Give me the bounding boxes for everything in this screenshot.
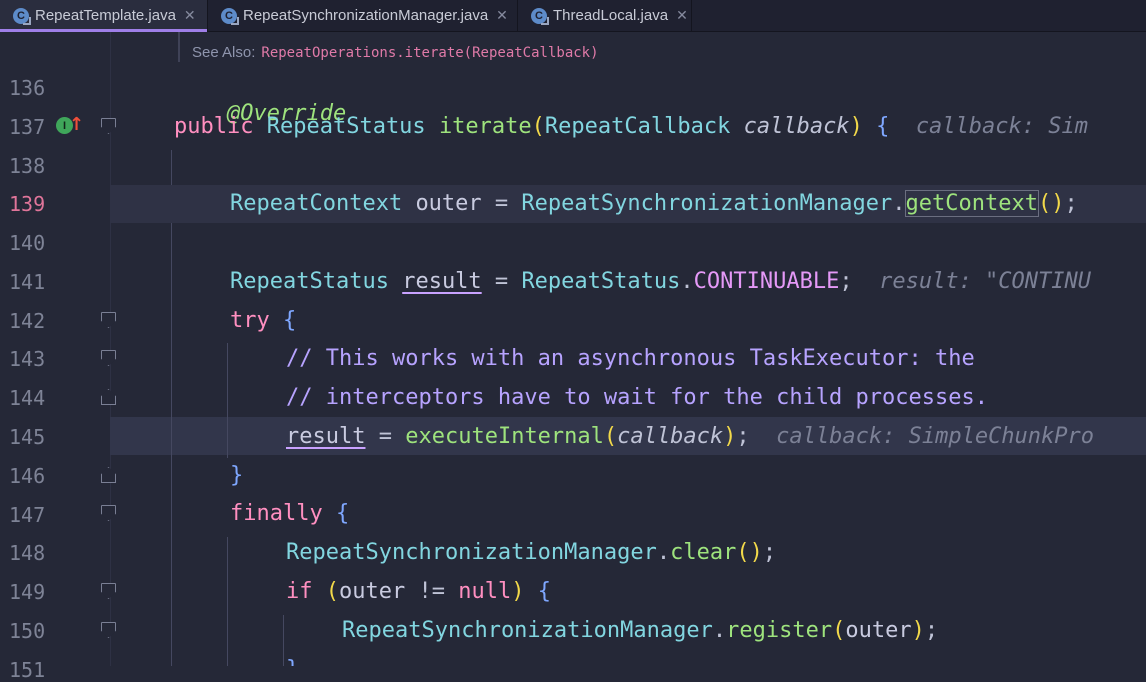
type: RepeatContext — [230, 191, 403, 216]
inline-debug-hint: callback: SimpleChunkPro — [776, 424, 1095, 449]
tab-label: ThreadLocal.java — [553, 7, 669, 24]
editor-tab-bar: C RepeatTemplate.java ✕ C RepeatSynchron… — [0, 0, 1146, 32]
tab-label: RepeatTemplate.java — [35, 7, 176, 24]
method-call-selected[interactable]: getContext — [904, 190, 1040, 217]
method-call: register — [726, 618, 833, 643]
keyword: finally — [230, 501, 323, 526]
code-line-145: result = executeInternal(callback); call… — [286, 424, 1095, 449]
tab-thread-local[interactable]: C ThreadLocal.java ✕ — [518, 0, 692, 31]
inline-debug-hint: result: "CONTINU — [879, 269, 1092, 294]
indent-guide — [227, 343, 228, 458]
close-icon[interactable]: ✕ — [184, 7, 196, 24]
line-number: 143 — [9, 347, 46, 371]
see-also-link[interactable]: RepeatOperations.iterate(RepeatCallback) — [261, 45, 598, 61]
method-call: clear — [670, 540, 737, 565]
line-number: 138 — [9, 154, 46, 178]
code-line-141: RepeatStatus result = RepeatStatus.CONTI… — [230, 269, 1092, 294]
keyword: try — [230, 308, 270, 333]
code-line-148: RepeatSynchronizationManager.clear(); — [286, 540, 777, 565]
code-line-139: RepeatContext outer = RepeatSynchronizat… — [230, 190, 1078, 217]
close-icon[interactable]: ✕ — [496, 7, 508, 24]
class-name: RepeatStatus — [521, 269, 681, 294]
tab-repeat-template[interactable]: C RepeatTemplate.java ✕ — [0, 0, 208, 32]
method-name: iterate — [438, 114, 532, 139]
line-number: 145 — [9, 425, 46, 449]
code-line-150: RepeatSynchronizationManager.register(ou… — [342, 618, 939, 643]
comment: // interceptors have to wait for the chi… — [286, 385, 988, 410]
close-icon[interactable]: ✕ — [676, 7, 688, 24]
variable: outer — [339, 579, 406, 604]
variable: result — [286, 424, 366, 449]
indent-guide — [283, 615, 284, 666]
operator: != — [418, 579, 445, 604]
tab-label: RepeatSynchronizationManager.java — [243, 7, 489, 24]
java-class-icon: C — [13, 7, 29, 24]
code-editor[interactable]: See Also: RepeatOperations.iterate(Repeat… — [110, 32, 1146, 666]
code-line-137: public RepeatStatus iterate(RepeatCallba… — [174, 114, 1088, 139]
code-line-149: if (outer != null) { — [286, 579, 551, 604]
keyword: if — [286, 579, 313, 604]
line-number: 149 — [9, 580, 46, 604]
java-class-icon: C — [221, 7, 237, 24]
code-line-151: } — [286, 657, 299, 666]
class-name: RepeatSynchronizationManager — [286, 540, 657, 565]
code-line-147: finally { — [230, 501, 350, 526]
line-number: 148 — [9, 541, 46, 565]
line-number: 147 — [9, 503, 46, 527]
line-number: 150 — [9, 619, 46, 643]
code-line-143: // This works with an asynchronous TaskE… — [286, 346, 975, 376]
keyword: public — [174, 114, 254, 139]
go-to-super-arrow-icon[interactable]: ↑ — [69, 116, 84, 134]
rendered-doc-see-also: See Also: RepeatOperations.iterate(Repeat… — [192, 44, 599, 61]
variable: result — [402, 269, 482, 294]
class-name: RepeatSynchronizationManager — [342, 618, 713, 643]
line-number: 136 — [9, 76, 46, 100]
constant: CONTINUABLE — [693, 269, 840, 294]
code-line-146: } — [230, 463, 244, 488]
line-number: 140 — [9, 231, 46, 255]
comment: // This works with an asynchronous TaskE… — [286, 346, 975, 371]
indent-guide — [171, 150, 172, 666]
variable: outer — [415, 191, 482, 216]
class-name: RepeatSynchronizationManager — [521, 191, 893, 216]
inline-debug-hint: callback: Sim — [915, 114, 1088, 139]
line-number: 142 — [9, 309, 46, 333]
argument: callback — [617, 424, 724, 449]
param-name: callback — [743, 114, 850, 139]
line-number: 146 — [9, 464, 46, 488]
doc-comment-bar — [178, 32, 180, 62]
code-line-142: try { — [230, 308, 297, 333]
method-call: executeInternal — [405, 424, 604, 449]
indent-guide — [227, 537, 228, 666]
java-class-icon: C — [531, 7, 547, 24]
argument: outer — [845, 618, 912, 643]
return-type: RepeatStatus — [266, 114, 426, 139]
keyword-null: null — [458, 579, 512, 604]
type: RepeatStatus — [230, 269, 389, 294]
line-number: 144 — [9, 386, 46, 410]
code-line-144: // interceptors have to wait for the chi… — [286, 385, 988, 415]
param-type: RepeatCallback — [544, 114, 731, 139]
line-number: 151 — [9, 658, 46, 682]
code-line-136: @Override — [174, 75, 346, 126]
see-also-label: See Also: — [192, 44, 256, 61]
tab-repeat-synchronization-manager[interactable]: C RepeatSynchronizationManager.java ✕ — [208, 0, 518, 31]
line-number-current: 139 — [9, 192, 46, 216]
line-number: 141 — [9, 270, 46, 294]
